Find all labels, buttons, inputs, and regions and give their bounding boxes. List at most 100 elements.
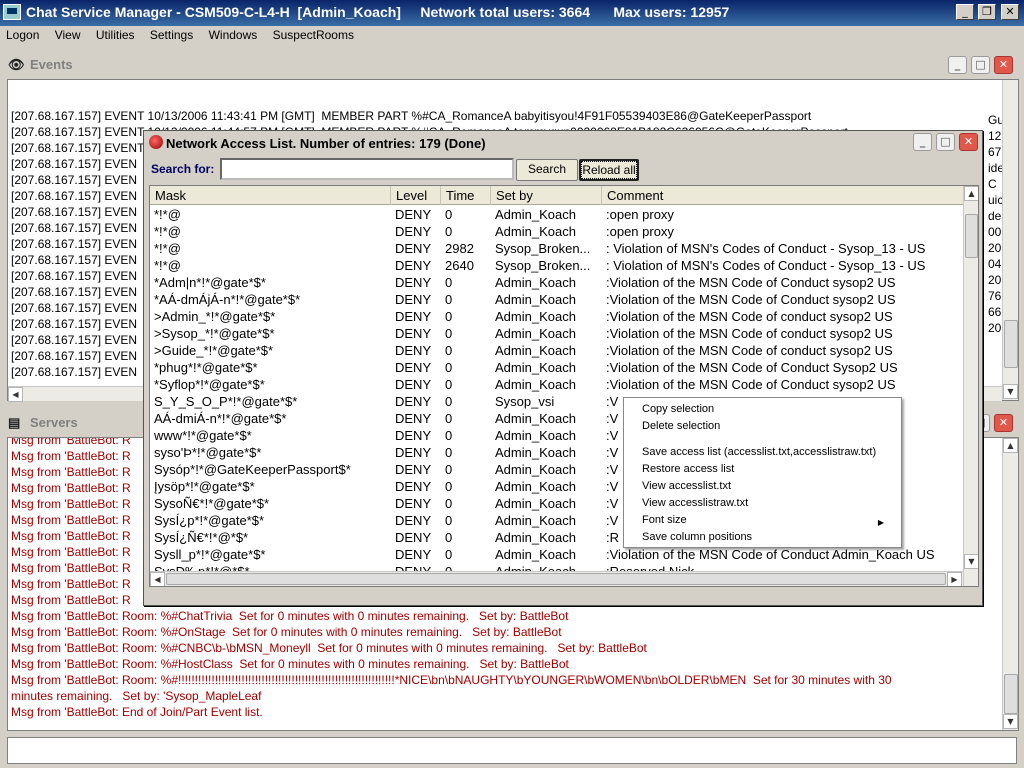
table-header: Mask Level Time Set by Comment [150, 186, 965, 205]
context-menu-item[interactable]: Font size ▶ [642, 512, 892, 528]
cell-comment: :open proxy [606, 207, 674, 222]
command-input[interactable] [7, 737, 1017, 764]
table-row[interactable]: *!*@ DENY 2640 Sysop_Broken...: Violation o… [150, 257, 965, 274]
cell-time: 0 [445, 530, 453, 545]
table-scroll-down-arrow[interactable]: ▼ [964, 554, 978, 569]
servers-scroll-up-arrow[interactable]: ▲ [1003, 438, 1018, 453]
context-menu-item[interactable]: Restore access list [642, 461, 892, 477]
table-scroll-up-arrow[interactable]: ▲ [964, 186, 978, 201]
menu-view[interactable]: View [49, 26, 87, 44]
context-menu-item[interactable]: Save column positions [642, 529, 892, 545]
cell-setby: Admin_Koach [495, 496, 576, 511]
cell-level: DENY [395, 428, 432, 443]
restore-button[interactable]: ❐ [978, 4, 996, 20]
reload-all-button[interactable]: Reload all [579, 159, 639, 181]
server-log-line: minutes remaining. Set by: 'Sysop_MapleL… [11, 689, 262, 703]
cell-time: 0 [445, 207, 453, 222]
cell-mask: *phug*!*@gate*$* [154, 360, 258, 375]
menu-settings[interactable]: Settings [144, 26, 199, 44]
close-button[interactable]: ✕ [1001, 4, 1019, 20]
cell-mask: Sysóp*!*@GateKeeperPassport$* [154, 462, 351, 477]
table-row[interactable]: *!*@ DENY 0 Admin_Koach:open proxy [150, 223, 965, 240]
cell-setby: Admin_Koach [495, 224, 576, 239]
servers-panel-title: Servers [30, 415, 78, 430]
column-header-level[interactable]: Level [391, 186, 441, 205]
context-menu-item-label: Font size [642, 514, 687, 526]
events-minimize-button[interactable]: _ [948, 56, 967, 74]
table-row[interactable]: *!*@ DENY 0 Admin_Koach:open proxy [150, 206, 965, 223]
minimize-button[interactable]: _ [956, 4, 974, 20]
menu-windows[interactable]: Windows [203, 26, 264, 44]
cell-mask: >Guide_*!*@gate*$* [154, 343, 274, 358]
table-scroll-left-arrow[interactable]: ◀ [150, 572, 165, 586]
column-header-comment[interactable]: Comment [602, 186, 965, 205]
cell-setby: Sysop_Broken... [495, 258, 591, 273]
context-menu-item[interactable]: Copy selection [642, 401, 892, 417]
events-scroll-left-arrow[interactable]: ◀ [8, 387, 23, 402]
table-row[interactable]: *AÁ-dmÁjÁ-n*!*@gate*$* DENY 0 Admin_Koach:V… [150, 291, 965, 308]
context-menu: Copy selection Delete selection Save acces… [623, 397, 902, 548]
column-header-setby[interactable]: Set by [491, 186, 602, 205]
events-scroll-thumb[interactable] [1004, 320, 1018, 368]
search-input[interactable] [220, 158, 514, 180]
table-row[interactable]: *phug*!*@gate*$* DENY 0 Admin_Koach:Violati… [150, 359, 965, 376]
server-log-line: Msg from 'BattleBot: End of Join/Part Ev… [11, 705, 263, 719]
cell-comment: : Violation of MSN's Codes of Conduct - … [606, 241, 926, 256]
cell-comment: :Violation of the MSN Code of conduct sy… [606, 326, 893, 341]
cell-level: DENY [395, 343, 432, 358]
dialog-minimize-button[interactable]: _ [913, 133, 932, 151]
search-button[interactable]: Search [516, 159, 578, 181]
cell-time: 0 [445, 309, 453, 324]
menu-logon[interactable]: Logon [0, 26, 45, 44]
table-row[interactable]: *!*@ DENY 2982 Sysop_Broken...: Violation o… [150, 240, 965, 257]
cell-setby: Admin_Koach [495, 377, 576, 392]
table-scroll-thumb[interactable] [965, 214, 978, 258]
cell-level: DENY [395, 241, 432, 256]
cell-time: 0 [445, 360, 453, 375]
context-menu-item[interactable]: View accesslistraw.txt [642, 495, 892, 511]
table-vscrollbar[interactable]: ▲ ▼ [963, 186, 978, 586]
servers-close-button[interactable]: ✕ [994, 414, 1013, 432]
table-row[interactable]: >Sysop_*!*@gate*$* DENY 0 Admin_Koach:Viola… [150, 325, 965, 342]
context-menu-item-label: View accesslist.txt [642, 480, 732, 492]
cell-setby: Admin_Koach [495, 207, 576, 222]
dialog-close-button[interactable]: ✕ [959, 133, 978, 151]
events-maximize-button[interactable]: □ [971, 56, 990, 74]
table-scroll-right-arrow[interactable]: ▶ [947, 572, 962, 586]
context-menu-item-label: Save column positions [642, 531, 753, 543]
cell-level: DENY [395, 445, 432, 460]
column-header-time[interactable]: Time [441, 186, 491, 205]
servers-scroll-thumb[interactable] [1004, 674, 1018, 714]
table-hscroll-thumb[interactable] [166, 573, 946, 585]
cell-mask: *!*@ [154, 224, 181, 239]
event-log-fragment: 20 [988, 273, 1002, 287]
dialog-maximize-button[interactable]: □ [936, 133, 955, 151]
cell-mask: >Sysop_*!*@gate*$* [154, 326, 275, 341]
context-menu-item[interactable]: View accesslist.txt [642, 478, 892, 494]
events-vscrollbar[interactable]: ▼ [1002, 80, 1018, 400]
table-row[interactable]: *Syflop*!*@gate*$* DENY 0 Admin_Koach:Viola… [150, 376, 965, 393]
cell-time: 0 [445, 445, 453, 460]
table-row[interactable]: Sysll_p*!*@gate*$* DENY 0 Admin_Koach:Viola… [150, 546, 965, 563]
table-hscrollbar[interactable]: ◀ ▶ [150, 571, 963, 586]
events-scroll-down-arrow[interactable]: ▼ [1003, 384, 1018, 399]
event-log-fragment: 66 [988, 305, 1002, 319]
cell-comment: :Violation of the MSN Code of Conduct sy… [606, 292, 896, 307]
cell-mask: *!*@ [154, 258, 181, 273]
menu-utilities[interactable]: Utilities [90, 26, 141, 44]
context-menu-item[interactable]: Save access list (accesslist.txt,accessl… [642, 444, 892, 460]
table-row[interactable]: >Admin_*!*@gate*$* DENY 0 Admin_Koach:Viola… [150, 308, 965, 325]
events-close-button[interactable]: ✕ [994, 56, 1013, 74]
column-header-mask[interactable]: Mask [150, 186, 391, 205]
event-log-fragment: 12 [988, 129, 1002, 143]
table-row[interactable]: *Adm|n*!*@gate*$* DENY 0 Admin_Koach:Violat… [150, 274, 965, 291]
context-menu-item[interactable]: Delete selection [642, 418, 892, 434]
cell-time: 0 [445, 394, 453, 409]
table-row[interactable]: >Guide_*!*@gate*$* DENY 0 Admin_Koach:Viola… [150, 342, 965, 359]
servers-vscrollbar[interactable]: ▲ ▼ [1002, 438, 1018, 730]
cell-level: DENY [395, 309, 432, 324]
dialog-title: Network Access List. Number of entries: … [166, 136, 486, 151]
menu-suspectrooms[interactable]: SuspectRooms [267, 26, 360, 44]
servers-scroll-down-arrow[interactable]: ▼ [1003, 714, 1018, 729]
context-menu-item-label: Copy selection [642, 403, 715, 415]
